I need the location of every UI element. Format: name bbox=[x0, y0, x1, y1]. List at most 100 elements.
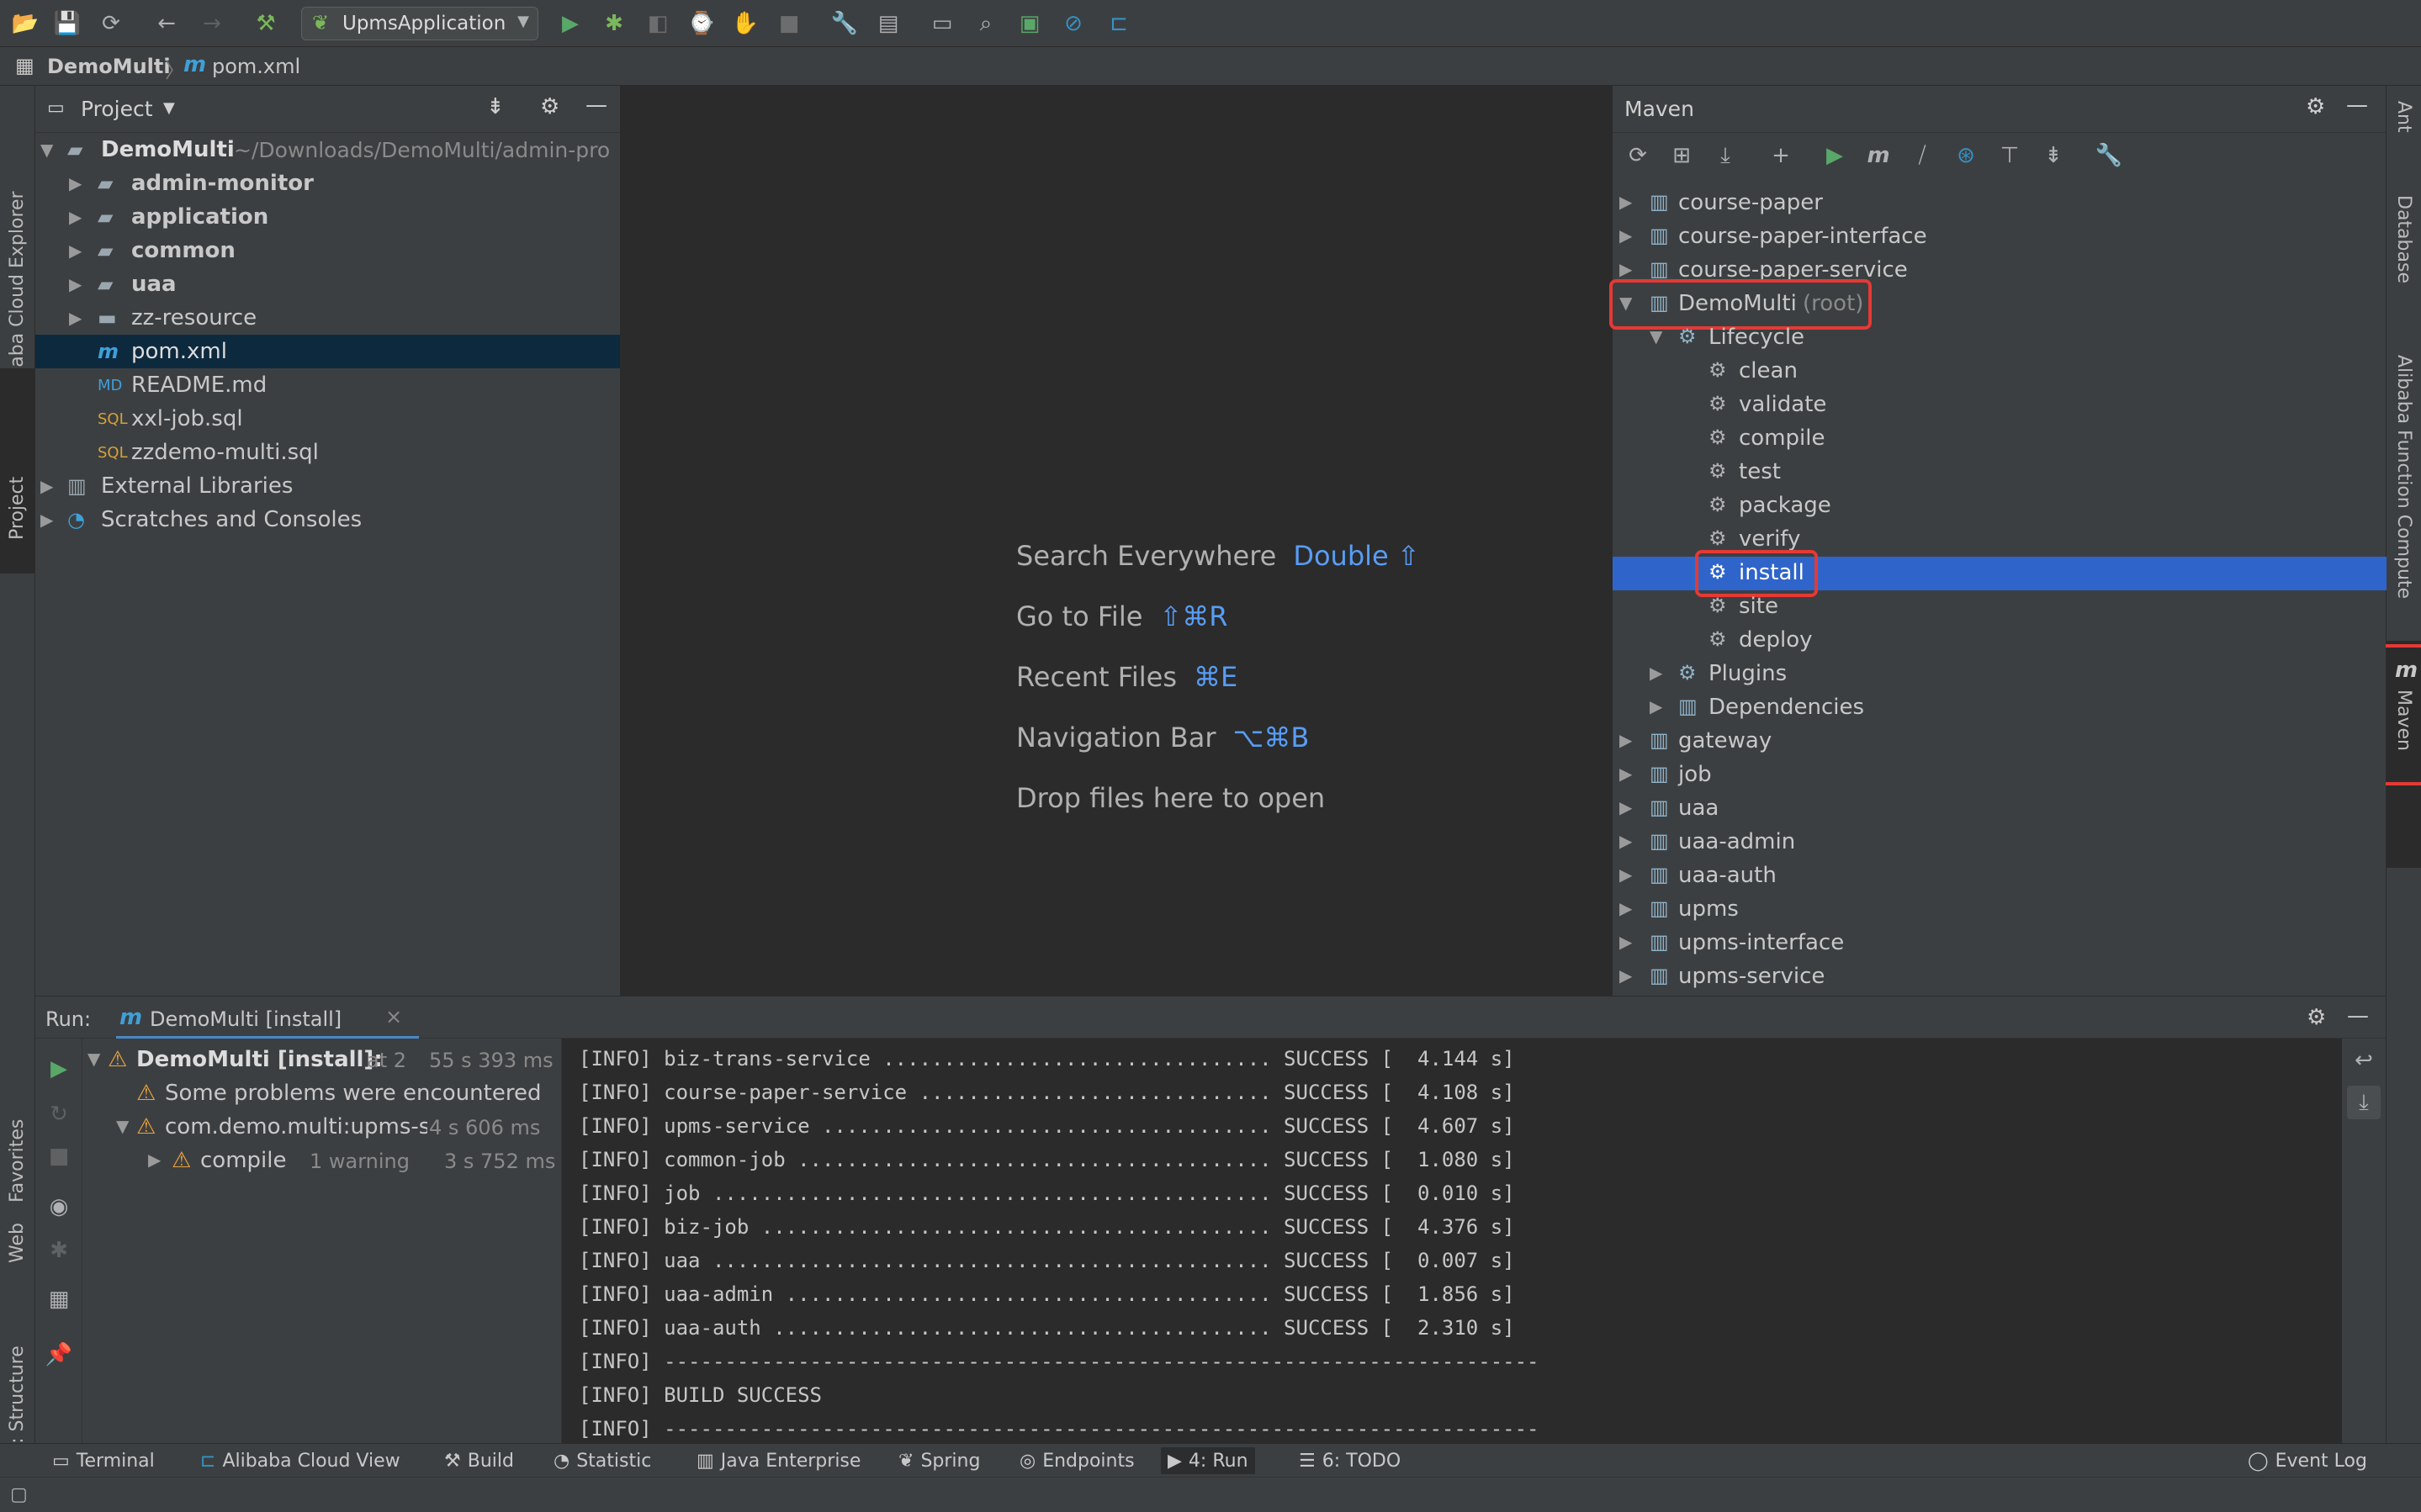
debug-icon[interactable]: ✱ bbox=[597, 7, 631, 40]
maven-dependencies-node[interactable]: ▶ ▥ Dependencies bbox=[1613, 691, 2387, 725]
layout-icon[interactable]: ▦ bbox=[42, 1282, 76, 1316]
lifecycle-phase[interactable]: ⚙ deploy bbox=[1613, 624, 2387, 658]
collapse-all-icon[interactable]: ⇟ bbox=[2037, 139, 2070, 172]
run-tab[interactable]: m DemoMulti [install] × bbox=[116, 997, 419, 1039]
tree-item[interactable]: ▶ ◔ Scratches and Consoles bbox=[35, 503, 620, 537]
collapsed-arrow-icon[interactable]: ▶ bbox=[1619, 192, 1632, 212]
run-configuration-dropdown[interactable]: ❦ UpmsApplication ▼ bbox=[301, 7, 538, 40]
alibaba-cloud-explorer-tab[interactable]: Alibaba Cloud Explorer bbox=[7, 108, 28, 402]
tree-item[interactable]: ▶ ▰ application bbox=[35, 200, 620, 234]
collapsed-arrow-icon[interactable]: ▶ bbox=[1650, 696, 1662, 716]
event-log-tab[interactable]: ◯ Event Log bbox=[2241, 1447, 2374, 1474]
back-icon[interactable]: ← bbox=[150, 7, 183, 40]
collapsed-arrow-icon[interactable]: ▶ bbox=[1619, 864, 1632, 885]
minimize-icon[interactable]: — bbox=[585, 93, 607, 118]
wrench-icon[interactable]: 🔧 bbox=[2092, 139, 2126, 172]
save-icon[interactable]: 💾 bbox=[50, 7, 84, 40]
expanded-arrow-icon[interactable]: ▼ bbox=[116, 1116, 129, 1136]
collapsed-arrow-icon[interactable]: ▶ bbox=[69, 274, 82, 294]
maven-module[interactable]: ▶ ▥ gateway bbox=[1613, 725, 2387, 759]
lifecycle-phase[interactable]: ⚙ package bbox=[1613, 489, 2387, 523]
add-icon[interactable]: + bbox=[1764, 139, 1798, 172]
collapsed-arrow-icon[interactable]: ▶ bbox=[148, 1150, 161, 1170]
project-panel-title[interactable]: Project bbox=[81, 97, 153, 121]
tree-item[interactable]: ▶ ▬ zz-resource bbox=[35, 301, 620, 335]
ant-tab[interactable]: Ant bbox=[2393, 101, 2414, 168]
spring-tab[interactable]: ❦ Spring bbox=[892, 1447, 987, 1474]
collapsed-arrow-icon[interactable]: ▶ bbox=[1619, 730, 1632, 750]
soft-wrap-icon[interactable]: ↩ bbox=[2347, 1044, 2381, 1077]
run-tree-root[interactable]: ▼ ⚠ DemoMulti [install]: at 2 55 s 393 m… bbox=[82, 1047, 561, 1081]
lifecycle-phase[interactable]: ⚙ validate bbox=[1613, 389, 2387, 422]
endpoints-tab[interactable]: ◎ Endpoints bbox=[1013, 1447, 1142, 1474]
maven-module[interactable]: ▶ ▥ upms-interface bbox=[1613, 927, 2387, 960]
collapsed-arrow-icon[interactable]: ▶ bbox=[1619, 797, 1632, 817]
editor-area[interactable]: Search Everywhere Double ⇧ Go to File ⇧⌘R … bbox=[621, 86, 1612, 996]
lifecycle-phase[interactable]: ⚙ site bbox=[1613, 590, 2387, 624]
lifecycle-phase[interactable]: ⚙ test bbox=[1613, 456, 2387, 489]
stop-icon[interactable]: ■ bbox=[772, 7, 806, 40]
database-tab[interactable]: Database bbox=[2393, 195, 2414, 321]
web-tab[interactable]: Web bbox=[7, 1179, 28, 1263]
status-toggle-icon[interactable]: ▢ bbox=[10, 1484, 28, 1505]
minimize-icon[interactable]: — bbox=[2346, 93, 2368, 118]
collapsed-arrow-icon[interactable]: ▶ bbox=[69, 308, 82, 328]
build-tab[interactable]: ⚒ Build bbox=[437, 1447, 521, 1474]
collapsed-arrow-icon[interactable]: ▶ bbox=[1619, 225, 1632, 246]
gear-icon[interactable]: ⚙ bbox=[2307, 1005, 2326, 1030]
show-dependencies-icon[interactable]: ⊤ bbox=[1993, 139, 2026, 172]
tree-item[interactable]: MD README.md bbox=[35, 368, 620, 402]
coverage-icon[interactable]: ◧ bbox=[641, 7, 675, 40]
maven-goal-icon[interactable]: m bbox=[1862, 139, 1895, 172]
terminal-window-icon[interactable]: ▭ bbox=[925, 7, 959, 40]
expanded-arrow-icon[interactable]: ▼ bbox=[87, 1049, 100, 1069]
maven-module[interactable]: ▶ ▥ course-paper bbox=[1613, 187, 2387, 220]
pin-icon[interactable]: 📌 bbox=[42, 1338, 76, 1372]
maven-module[interactable]: ▶ ▥ course-paper-interface bbox=[1613, 220, 2387, 254]
tree-root[interactable]: ▼ ▰ DemoMulti ~/Downloads/DemoMulti/admi… bbox=[35, 133, 620, 167]
maven-module[interactable]: ▶ ▥ uaa-auth bbox=[1613, 859, 2387, 893]
tree-item-selected[interactable]: m pom.xml bbox=[35, 335, 620, 368]
terminal-tab[interactable]: ▭ Terminal bbox=[45, 1447, 162, 1474]
build-hammer-icon[interactable]: ⚒ bbox=[249, 7, 283, 40]
wrench-icon[interactable]: 🔧 bbox=[828, 7, 861, 40]
maven-module[interactable]: ▶ ▥ upms-service bbox=[1613, 960, 2387, 994]
alibaba-cloud-view-tab[interactable]: ⊏ Alibaba Cloud View bbox=[193, 1447, 407, 1474]
lifecycle-phase[interactable]: ⚙ clean bbox=[1613, 355, 2387, 389]
search-icon[interactable]: ⌕ bbox=[969, 7, 1003, 40]
collapsed-arrow-icon[interactable]: ▶ bbox=[40, 476, 53, 496]
close-icon[interactable]: × bbox=[385, 1005, 402, 1028]
run-tree-item[interactable]: ▼ ⚠ com.demo.multi:upms-s 4 s 606 ms bbox=[82, 1114, 561, 1148]
collapse-all-icon[interactable]: ⇟ bbox=[486, 94, 505, 119]
collapsed-arrow-icon[interactable]: ▶ bbox=[1619, 259, 1632, 279]
run-icon[interactable]: ▶ bbox=[1818, 139, 1852, 172]
tree-item[interactable]: ▶ ▰ uaa bbox=[35, 267, 620, 301]
maven-module[interactable]: ▶ ▥ uaa-admin bbox=[1613, 826, 2387, 859]
statistic-tab[interactable]: ◔ Statistic bbox=[547, 1447, 658, 1474]
tree-item[interactable]: ▶ ▰ admin-monitor bbox=[35, 167, 620, 200]
minimize-icon[interactable]: — bbox=[2347, 1003, 2369, 1028]
stop-icon[interactable]: ■ bbox=[42, 1139, 76, 1173]
run-tree-item[interactable]: ⚠ Some problems were encountered bbox=[82, 1081, 561, 1114]
console-output[interactable]: [INFO] biz-trans-service ...............… bbox=[562, 1039, 2342, 1444]
expanded-arrow-icon[interactable]: ▼ bbox=[1650, 326, 1662, 346]
eye-icon[interactable]: ◉ bbox=[42, 1190, 76, 1224]
collapsed-arrow-icon[interactable]: ▶ bbox=[1619, 965, 1632, 986]
todo-tab[interactable]: ☰ 6: TODO bbox=[1292, 1447, 1407, 1474]
profile-icon[interactable]: ⌚ bbox=[685, 7, 718, 40]
rerun-failed-icon[interactable]: ↻ bbox=[42, 1097, 76, 1131]
expanded-arrow-icon[interactable]: ▼ bbox=[40, 140, 53, 160]
maven-module[interactable]: ▶ ▥ uaa bbox=[1613, 792, 2387, 826]
tree-item[interactable]: SQL xxl-job.sql bbox=[35, 402, 620, 436]
skip-tests-icon[interactable]: ⊛ bbox=[1949, 139, 1983, 172]
project-structure-icon[interactable]: ▤ bbox=[871, 7, 905, 40]
gear-icon[interactable]: ⚙ bbox=[2306, 94, 2325, 119]
java-enterprise-tab[interactable]: ▥ Java Enterprise bbox=[690, 1447, 867, 1474]
collapsed-arrow-icon[interactable]: ▶ bbox=[1619, 831, 1632, 851]
disable-icon[interactable]: ⊘ bbox=[1057, 7, 1090, 40]
sync-icon[interactable]: ⟳ bbox=[94, 7, 128, 40]
collapsed-arrow-icon[interactable]: ▶ bbox=[40, 510, 53, 530]
tree-item[interactable]: SQL zzdemo-multi.sql bbox=[35, 436, 620, 469]
tree-item[interactable]: ▶ ▰ common bbox=[35, 234, 620, 267]
alibaba-cloud-icon[interactable]: ⊏ bbox=[1102, 7, 1136, 40]
